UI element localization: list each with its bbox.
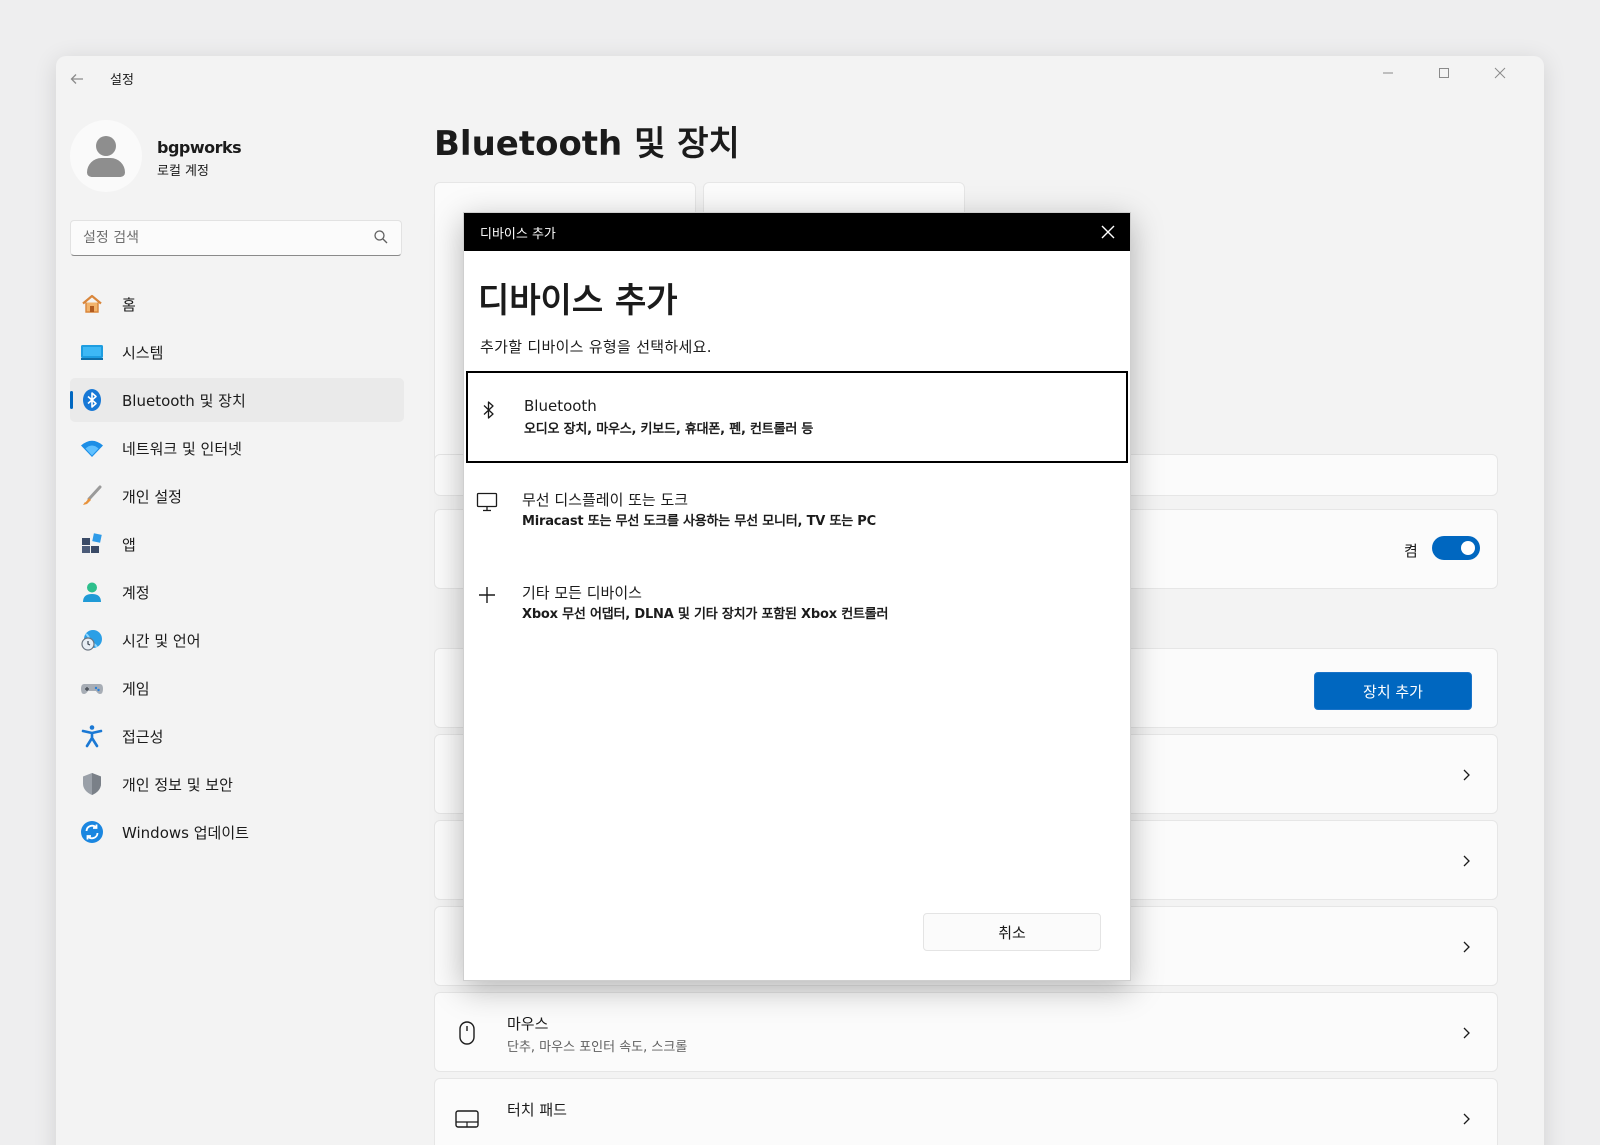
page-title: Bluetooth 및 장치 (434, 124, 740, 164)
minimize-icon (1383, 72, 1393, 74)
sidebar-item-home[interactable]: 홈 (70, 282, 404, 326)
bluetooth-icon (80, 388, 104, 412)
sidebar-item-personalization[interactable]: 개인 설정 (70, 474, 404, 518)
option-title: Bluetooth (524, 397, 597, 415)
sidebar-item-label: Bluetooth 및 장치 (122, 391, 246, 410)
search-icon[interactable] (373, 229, 389, 245)
dialog-subtitle: 추가할 디바이스 유형을 선택하세요. (480, 338, 712, 356)
gamepad-icon (80, 676, 104, 700)
system-icon (80, 340, 104, 364)
card-subtitle: 단추, 마우스 포인터 속도, 스크롤 (507, 1040, 688, 1055)
user-profile[interactable]: bgpworks 로컬 계정 (70, 120, 390, 200)
profile-account-type: 로컬 계정 (157, 164, 209, 179)
sidebar-item-accounts[interactable]: 계정 (70, 570, 404, 614)
sidebar-item-label: 네트워크 및 인터넷 (122, 439, 242, 458)
bluetooth-icon (478, 399, 500, 421)
sidebar-item-label: 접근성 (122, 727, 164, 746)
mouse-settings-card[interactable]: 마우스 단추, 마우스 포인터 속도, 스크롤 (434, 992, 1498, 1072)
sidebar-item-label: Windows 업데이트 (122, 823, 249, 842)
sidebar-item-label: 개인 설정 (122, 487, 182, 506)
clock-globe-icon (80, 628, 104, 652)
dialog-heading: 디바이스 추가 (478, 281, 678, 321)
card-title: 터치 패드 (507, 1101, 567, 1119)
sidebar-item-apps[interactable]: 앱 (70, 522, 404, 566)
chevron-right-icon (1463, 1027, 1470, 1039)
profile-name: bgpworks (157, 138, 242, 157)
sidebar-item-label: 계정 (122, 583, 150, 602)
touchpad-settings-card[interactable]: 터치 패드 (434, 1078, 1498, 1145)
sidebar-item-privacy[interactable]: 개인 정보 및 보안 (70, 762, 404, 806)
apps-icon (80, 532, 104, 556)
sidebar-item-network[interactable]: 네트워크 및 인터넷 (70, 426, 404, 470)
avatar (70, 120, 142, 192)
monitor-icon (476, 491, 498, 513)
back-arrow-icon (70, 74, 83, 84)
sidebar-item-label: 앱 (122, 535, 136, 554)
dialog-titlebar-text: 디바이스 추가 (480, 227, 556, 242)
touchpad-icon (455, 1110, 479, 1128)
brush-icon (80, 484, 104, 508)
sidebar-item-label: 게임 (122, 679, 150, 698)
option-description: Xbox 무선 어댑터, DLNA 및 기타 장치가 포함된 Xbox 컨트롤러 (522, 607, 889, 622)
sidebar-item-label: 시간 및 언어 (122, 631, 201, 650)
sidebar-item-bluetooth[interactable]: Bluetooth 및 장치 (70, 378, 404, 422)
sidebar-item-windows-update[interactable]: Windows 업데이트 (70, 810, 404, 854)
minimize-button[interactable] (1360, 56, 1416, 90)
bluetooth-toggle[interactable] (1432, 536, 1480, 560)
search-input[interactable] (71, 221, 361, 255)
account-icon (80, 580, 104, 604)
add-device-dialog: 디바이스 추가 디바이스 추가 추가할 디바이스 유형을 선택하세요. Blue… (463, 212, 1131, 981)
sidebar-item-label: 홈 (122, 295, 136, 314)
update-icon (80, 820, 104, 844)
maximize-button[interactable] (1416, 56, 1472, 90)
sidebar-item-accessibility[interactable]: 접근성 (70, 714, 404, 758)
sidebar-item-time-language[interactable]: 시간 및 언어 (70, 618, 404, 662)
maximize-icon (1439, 68, 1449, 78)
option-title: 기타 모든 디바이스 (522, 584, 642, 602)
option-bluetooth[interactable]: Bluetooth 오디오 장치, 마우스, 키보드, 휴대폰, 펜, 컨트롤러… (466, 371, 1128, 463)
mouse-icon (459, 1021, 475, 1045)
home-icon (80, 292, 104, 316)
dialog-title-bar: 디바이스 추가 (464, 213, 1130, 251)
option-wireless-display[interactable]: 무선 디스플레이 또는 도크 Miracast 또는 무선 도크를 사용하는 무… (466, 465, 1128, 557)
settings-search[interactable] (70, 220, 402, 256)
sidebar-item-label: 개인 정보 및 보안 (122, 775, 233, 794)
app-title: 설정 (110, 73, 134, 88)
chevron-right-icon (1463, 855, 1470, 867)
sidebar-item-system[interactable]: 시스템 (70, 330, 404, 374)
bluetooth-toggle-label: 켬 (1404, 542, 1418, 560)
card-title: 마우스 (507, 1015, 549, 1033)
close-window-button[interactable] (1472, 56, 1528, 90)
sidebar-nav: 홈 시스템 Bluetooth 및 장치 네트워크 및 인터넷 개인 설정 앱 … (70, 282, 404, 858)
option-other-devices[interactable]: 기타 모든 디바이스 Xbox 무선 어댑터, DLNA 및 기타 장치가 포함… (466, 558, 1128, 650)
option-title: 무선 디스플레이 또는 도크 (522, 491, 689, 509)
close-icon (1101, 225, 1115, 239)
dialog-close-button[interactable] (1096, 220, 1120, 244)
chevron-right-icon (1463, 941, 1470, 953)
title-bar: 설정 (56, 56, 1544, 102)
option-description: 오디오 장치, 마우스, 키보드, 휴대폰, 펜, 컨트롤러 등 (524, 422, 814, 437)
back-button[interactable] (66, 68, 88, 90)
plus-icon (476, 584, 498, 606)
cancel-button[interactable]: 취소 (923, 913, 1101, 951)
wifi-icon (80, 436, 104, 460)
chevron-right-icon (1463, 769, 1470, 781)
add-device-button[interactable]: 장치 추가 (1314, 672, 1472, 710)
sidebar-item-label: 시스템 (122, 343, 164, 362)
shield-icon (80, 772, 104, 796)
close-icon (1494, 67, 1506, 79)
chevron-right-icon (1463, 1113, 1470, 1125)
toggle-knob (1461, 541, 1475, 555)
sidebar-item-gaming[interactable]: 게임 (70, 666, 404, 710)
accessibility-icon (80, 724, 104, 748)
option-description: Miracast 또는 무선 도크를 사용하는 무선 모니터, TV 또는 PC (522, 514, 876, 529)
